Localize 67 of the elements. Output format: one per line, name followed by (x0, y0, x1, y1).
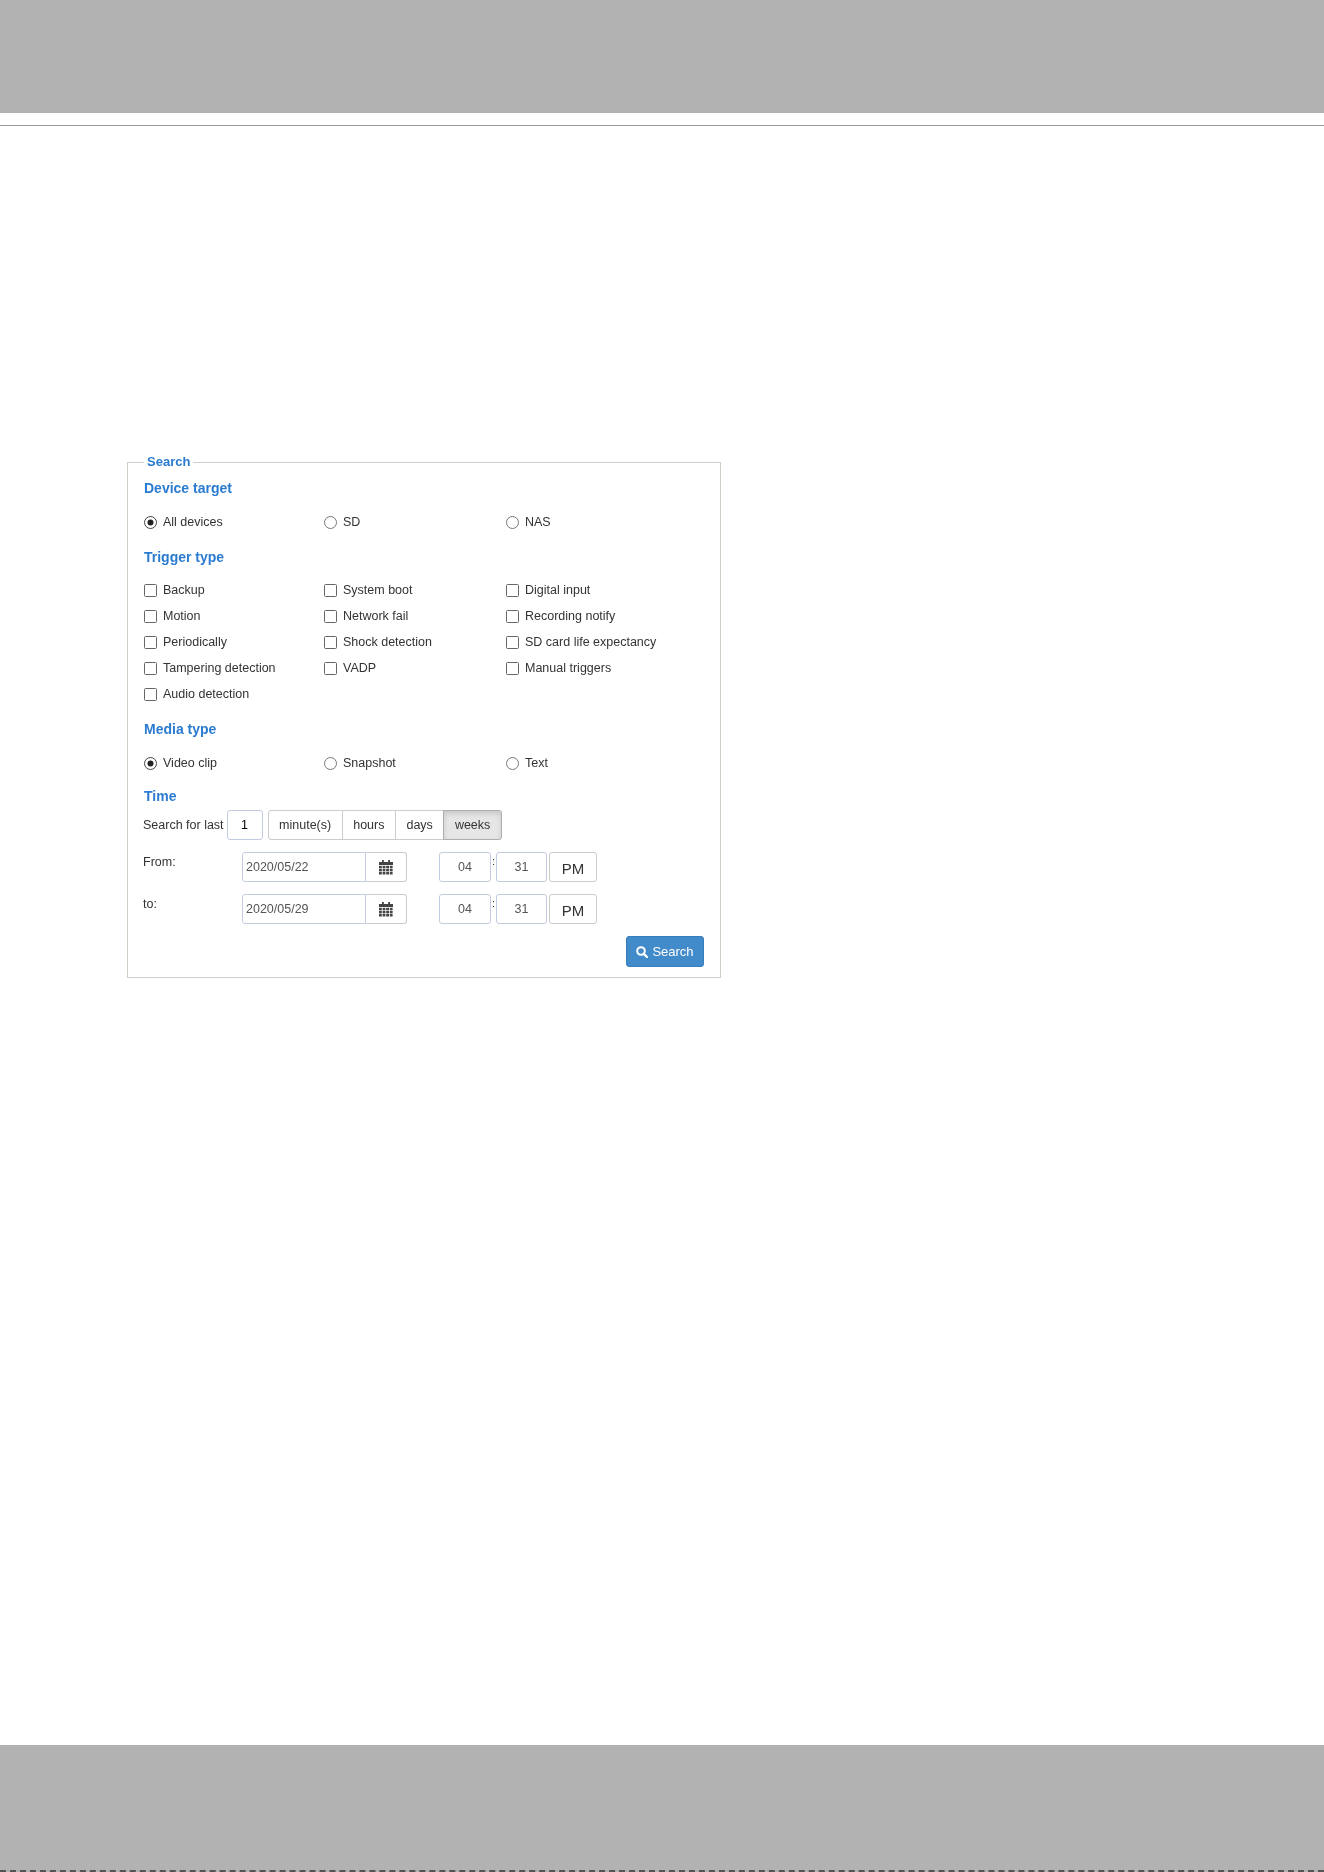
unit-button[interactable]: days (394, 810, 445, 840)
checkbox-label: Digital input (525, 582, 591, 599)
radio-button[interactable] (324, 756, 337, 770)
panel-title: Search (146, 454, 192, 470)
unit-button[interactable]: weeks (443, 810, 502, 840)
checkbox-label: Audio detection (163, 686, 250, 703)
checkbox[interactable] (506, 661, 519, 675)
period-field[interactable]: PM (549, 852, 597, 882)
search-button[interactable]: Search (626, 936, 704, 967)
checkbox-label: SD card life expectancy (525, 634, 657, 651)
checkbox[interactable] (144, 583, 157, 597)
radio-label: All devices (163, 514, 223, 531)
section-heading: Media type (144, 720, 217, 738)
checkbox[interactable] (144, 661, 157, 675)
calendar-icon (379, 901, 393, 917)
checkbox[interactable] (324, 635, 337, 649)
hour-field[interactable]: 04 (439, 894, 491, 924)
checkbox[interactable] (144, 609, 157, 623)
radio-button[interactable] (324, 515, 337, 529)
checkbox[interactable] (506, 635, 519, 649)
minute-field[interactable]: 31 (496, 852, 547, 882)
minute-field[interactable]: 31 (496, 894, 547, 924)
checkbox-label: Network fail (343, 608, 409, 625)
section-heading: Trigger type (144, 548, 225, 566)
search-for-last-label: Search for last (143, 818, 224, 832)
checkbox[interactable] (324, 583, 337, 597)
radio-label: Snapshot (343, 755, 396, 772)
period-field[interactable]: PM (549, 894, 597, 924)
range-label: to: (143, 896, 158, 912)
radio-button[interactable] (144, 756, 157, 770)
checkbox[interactable] (506, 583, 519, 597)
checkbox[interactable] (144, 635, 157, 649)
time-separator: : (491, 854, 496, 869)
checkbox-label: Periodically (163, 634, 227, 651)
date-field[interactable]: 2020/05/29 (242, 894, 366, 924)
checkbox-label: Manual triggers (525, 660, 612, 677)
radio-label: NAS (525, 514, 551, 531)
checkbox-label: VADP (343, 660, 377, 677)
section-heading: Time (144, 787, 177, 805)
radio-button[interactable] (506, 515, 519, 529)
checkbox-label: Shock detection (343, 634, 432, 651)
unit-button[interactable]: minute(s) (267, 810, 343, 840)
checkbox-label: Tampering detection (163, 660, 276, 677)
hour-field[interactable]: 04 (439, 852, 491, 882)
unit-button[interactable]: hours (341, 810, 396, 840)
calendar-button[interactable] (366, 894, 407, 924)
checkbox-label: Recording notify (525, 608, 616, 625)
checkbox-label: System boot (343, 582, 413, 599)
radio-label: Text (525, 755, 548, 772)
date-field[interactable]: 2020/05/22 (242, 852, 366, 882)
checkbox[interactable] (324, 661, 337, 675)
radio-button[interactable] (144, 515, 157, 529)
calendar-icon (379, 859, 393, 875)
search-icon (636, 945, 649, 958)
checkbox-label: Motion (163, 608, 201, 625)
section-heading: Device target (144, 479, 232, 497)
checkbox[interactable] (506, 609, 519, 623)
calendar-button[interactable] (366, 852, 407, 882)
checkbox-label: Backup (163, 582, 205, 599)
checkbox[interactable] (324, 609, 337, 623)
range-label: From: (143, 854, 177, 870)
checkbox[interactable] (144, 687, 157, 701)
time-separator: : (491, 896, 496, 911)
radio-label: Video clip (163, 755, 217, 772)
radio-button[interactable] (506, 756, 519, 770)
count-field[interactable]: 1 (226, 810, 263, 840)
radio-label: SD (343, 514, 361, 531)
